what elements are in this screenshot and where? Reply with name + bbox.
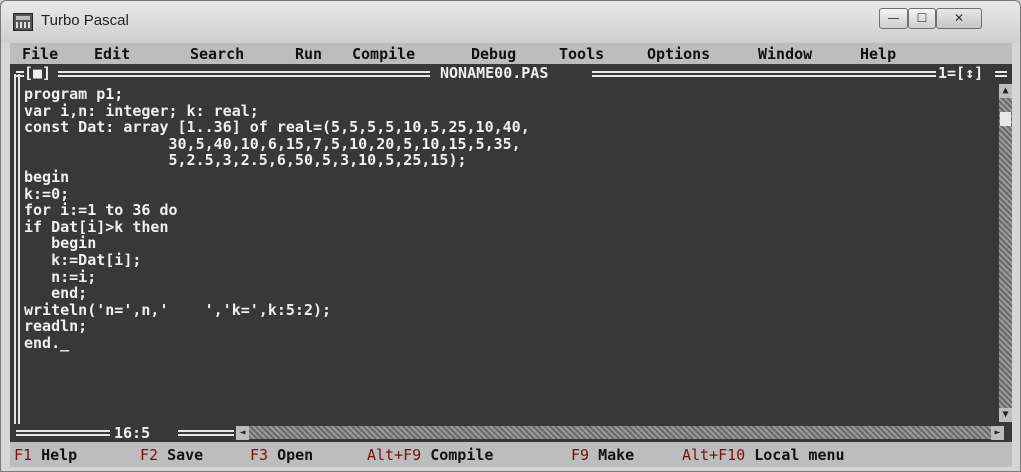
- menu-window[interactable]: Window: [758, 45, 812, 63]
- horizontal-scrollbar[interactable]: ◄ ►: [236, 426, 1004, 440]
- minimize-button[interactable]: —: [879, 8, 908, 29]
- menu-search[interactable]: Search: [190, 45, 244, 63]
- local-menu-key[interactable]: Alt+F10 Local menu: [682, 446, 845, 464]
- menu-run[interactable]: Run: [295, 45, 322, 63]
- scroll-up-arrow-icon[interactable]: ▲: [999, 84, 1012, 98]
- help-key[interactable]: F1 Help: [14, 446, 77, 464]
- maximize-button[interactable]: ☐: [908, 8, 936, 29]
- key-label: Save: [167, 446, 204, 464]
- menu-options[interactable]: Options: [647, 45, 710, 63]
- code-line: k:=0;: [24, 184, 70, 203]
- menu-help[interactable]: Help: [860, 45, 896, 63]
- code-line: var i,n: integer; k: real;: [24, 101, 259, 120]
- key-label: Local menu: [754, 446, 845, 464]
- frame-border: [995, 71, 1007, 77]
- scroll-left-arrow-icon[interactable]: ◄: [236, 426, 249, 440]
- vertical-scroll-thumb[interactable]: [1000, 112, 1011, 126]
- menu-edit[interactable]: Edit: [94, 45, 130, 63]
- code-line: writeln('n=',n,' ','k=',k:5:2);: [24, 300, 332, 319]
- code-line: 30,5,40,10,6,15,7,5,10,20,5,10,15,5,35,: [24, 134, 521, 153]
- key-name: Alt+F9: [367, 446, 422, 464]
- key-name: Alt+F10: [682, 446, 746, 464]
- frame-border: [592, 71, 936, 77]
- key-label: Open: [277, 446, 314, 464]
- code-line: program p1;: [24, 85, 124, 103]
- key-label: Help: [41, 446, 78, 464]
- save-key[interactable]: F2 Save: [140, 446, 203, 464]
- scroll-down-arrow-icon[interactable]: ▼: [999, 408, 1012, 422]
- code-line: for i:=1 to 36 do: [24, 201, 178, 220]
- code-line: begin: [24, 167, 70, 186]
- editor-frame-top: [■] NONAME00.PAS 1=[↕]: [10, 64, 1012, 84]
- open-key[interactable]: F3 Open: [250, 446, 313, 464]
- menu-debug[interactable]: Debug: [471, 45, 516, 63]
- editor-filename: NONAME00.PAS: [440, 64, 549, 82]
- code-line: 5,2.5,3,2.5,6,50,5,3,10,5,25,15);: [24, 151, 467, 170]
- code-line: end._: [24, 333, 70, 352]
- code-line: const Dat: array [1..36] of real=(5,5,5,…: [24, 118, 530, 137]
- dos-console: File Edit Search Run Compile Debug Tools…: [10, 43, 1012, 467]
- code-line: k:=Dat[i];: [24, 250, 142, 269]
- turbo-pascal-app-icon[interactable]: [13, 13, 33, 31]
- code-line: readln;: [24, 317, 88, 336]
- editor-window[interactable]: [■] NONAME00.PAS 1=[↕] program p1; var i,…: [10, 64, 1012, 442]
- frame-border: [16, 430, 110, 436]
- window-number-zoom[interactable]: 1=[↕]: [938, 64, 983, 82]
- editor-status-row: 16:5 ◄ ►: [10, 424, 1012, 442]
- function-key-bar: F1 Help F2 Save F3 Open Alt+F9 Compile F…: [10, 442, 1012, 467]
- window-title: Turbo Pascal: [41, 12, 129, 29]
- compile-key[interactable]: Alt+F9 Compile: [367, 446, 493, 464]
- key-label: Make: [598, 446, 635, 464]
- key-name: F3: [250, 446, 269, 464]
- window-close-box[interactable]: [■]: [24, 64, 51, 82]
- make-key[interactable]: F9 Make: [571, 446, 634, 464]
- code-line: begin: [24, 234, 97, 253]
- vertical-scrollbar[interactable]: ▲ ▼: [999, 84, 1012, 422]
- menu-bar: File Edit Search Run Compile Debug Tools…: [10, 43, 1012, 64]
- editor-frame-left: [14, 74, 20, 424]
- scroll-right-arrow-icon[interactable]: ►: [991, 426, 1004, 440]
- code-line: n:=i;: [24, 267, 97, 286]
- frame-border: [178, 430, 234, 436]
- menu-tools[interactable]: Tools: [559, 45, 604, 63]
- key-name: F9: [571, 446, 590, 464]
- key-name: F1: [14, 446, 33, 464]
- close-button[interactable]: ✕: [936, 8, 982, 29]
- cursor-position: 16:5: [114, 424, 151, 442]
- code-line: end;: [24, 284, 88, 303]
- code-editor[interactable]: program p1; var i,n: integer; k: real; con…: [24, 86, 530, 352]
- menu-compile[interactable]: Compile: [352, 45, 415, 63]
- code-line: if Dat[i]>k then: [24, 217, 169, 236]
- menu-file[interactable]: File: [22, 45, 58, 63]
- title-bar[interactable]: Turbo Pascal — ☐ ✕: [1, 1, 1020, 43]
- key-name: F2: [140, 446, 159, 464]
- app-window: Turbo Pascal — ☐ ✕ File Edit Search Run …: [0, 0, 1021, 472]
- key-label: Compile: [430, 446, 494, 464]
- frame-border: [58, 71, 430, 77]
